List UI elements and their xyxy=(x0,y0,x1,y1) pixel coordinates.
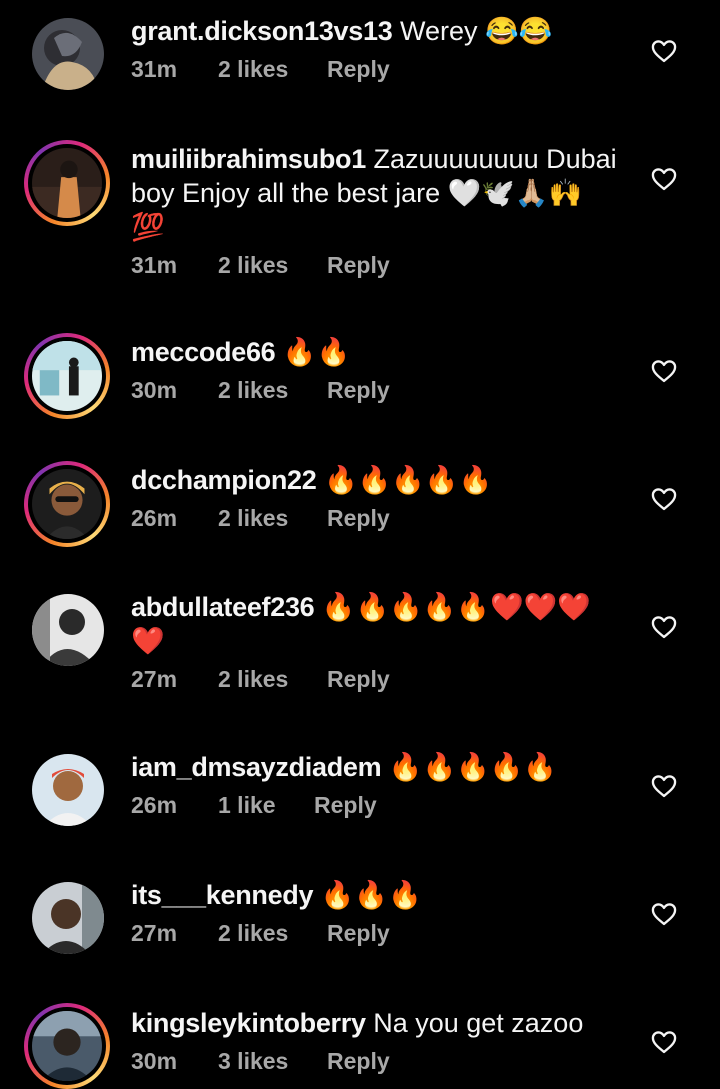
comment-username[interactable]: iam_dmsayzdiadem xyxy=(131,752,382,782)
comment-likes[interactable]: 3 likes xyxy=(218,1048,327,1075)
comment-time: 30m xyxy=(131,377,178,403)
avatar-image xyxy=(32,754,104,826)
avatar[interactable] xyxy=(32,594,104,666)
reply-button[interactable]: Reply xyxy=(327,56,390,83)
avatar[interactable] xyxy=(24,140,110,226)
reply-button[interactable]: Reply xyxy=(314,792,377,819)
reply-button[interactable]: Reply xyxy=(327,377,390,404)
heart-outline-icon[interactable] xyxy=(650,613,678,641)
comment-time: 26m xyxy=(131,505,178,531)
avatar[interactable] xyxy=(32,18,104,90)
reply-button[interactable]: Reply xyxy=(327,666,390,693)
heart-outline-icon[interactable] xyxy=(650,1028,678,1056)
comment-time: 27m xyxy=(131,920,178,946)
comment-username[interactable]: meccode66 xyxy=(131,337,276,367)
avatar-image xyxy=(32,1011,102,1081)
heart-outline-icon[interactable] xyxy=(650,165,678,193)
avatar-image xyxy=(32,594,104,666)
comment-likes[interactable]: 2 likes xyxy=(218,56,327,83)
reply-button[interactable]: Reply xyxy=(327,920,390,947)
comment-text: 🔥🔥🔥 xyxy=(320,880,422,910)
avatar[interactable] xyxy=(32,754,104,826)
reply-button[interactable]: Reply xyxy=(327,252,390,279)
comment-text: Na you get zazoo xyxy=(373,1008,584,1038)
comment-likes[interactable]: 2 likes xyxy=(218,920,327,947)
comment-username[interactable]: grant.dickson13vs13 xyxy=(131,16,393,46)
avatar[interactable] xyxy=(24,1003,110,1089)
comment-time: 26m xyxy=(131,792,178,818)
comment-likes[interactable]: 2 likes xyxy=(218,252,327,279)
comment-time: 31m xyxy=(131,56,178,82)
avatar-image xyxy=(32,341,102,411)
avatar-image xyxy=(32,148,102,218)
comment-username[interactable]: muiliibrahimsubo1 xyxy=(131,144,366,174)
avatar[interactable] xyxy=(24,461,110,547)
comment-username[interactable]: its___kennedy xyxy=(131,880,314,910)
avatar-image xyxy=(32,882,104,954)
reply-button[interactable]: Reply xyxy=(327,505,390,532)
comment-likes[interactable]: 2 likes xyxy=(218,505,327,532)
heart-outline-icon[interactable] xyxy=(650,485,678,513)
comment-text: 🔥🔥🔥🔥🔥 xyxy=(388,752,557,782)
comment-time: 27m xyxy=(131,666,178,692)
comment-time: 31m xyxy=(131,252,178,278)
heart-outline-icon[interactable] xyxy=(650,357,678,385)
heart-outline-icon[interactable] xyxy=(650,900,678,928)
avatar[interactable] xyxy=(24,333,110,419)
heart-outline-icon[interactable] xyxy=(650,772,678,800)
comment-likes[interactable]: 2 likes xyxy=(218,666,327,693)
reply-button[interactable]: Reply xyxy=(327,1048,390,1075)
comment-text: Werey 😂😂 xyxy=(399,16,553,46)
comment-username[interactable]: kingsleykintoberry xyxy=(131,1008,366,1038)
comment-likes[interactable]: 2 likes xyxy=(218,377,327,404)
avatar[interactable] xyxy=(32,882,104,954)
heart-outline-icon[interactable] xyxy=(650,37,678,65)
comment-username[interactable]: abdullateef236 xyxy=(131,592,315,622)
comment-text: 🔥🔥 xyxy=(282,337,351,367)
comment-username[interactable]: dcchampion22 xyxy=(131,465,317,495)
comment-likes[interactable]: 1 like xyxy=(218,792,314,819)
avatar-image xyxy=(32,18,104,90)
comment-text: 🔥🔥🔥🔥🔥 xyxy=(323,465,493,495)
avatar-image xyxy=(32,469,102,539)
comment-time: 30m xyxy=(131,1048,178,1074)
